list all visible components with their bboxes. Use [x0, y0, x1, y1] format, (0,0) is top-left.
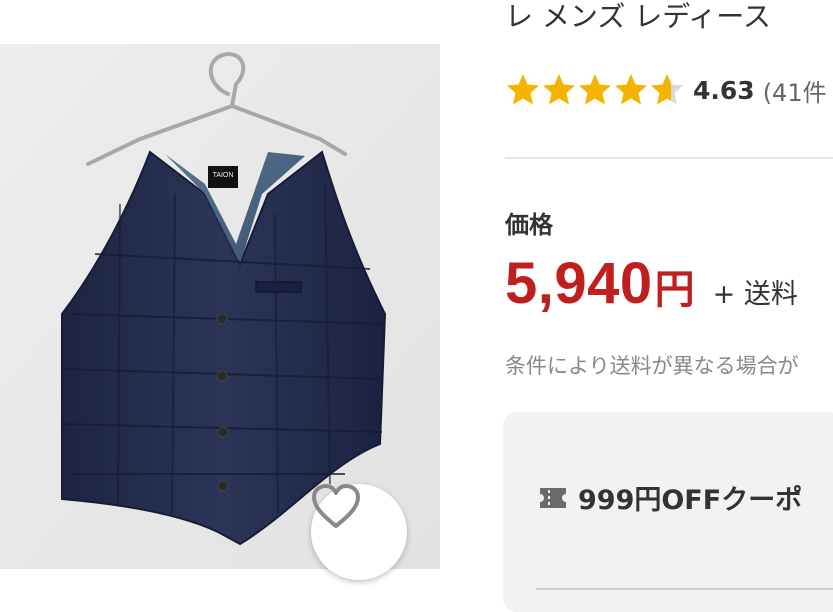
section-divider	[505, 157, 833, 159]
star-icon	[615, 74, 647, 105]
price-label: 価格	[505, 211, 553, 239]
favorite-button[interactable]	[311, 484, 407, 580]
star-icon	[579, 74, 611, 105]
review-count[interactable]: (41件	[763, 73, 827, 108]
coupon-link[interactable]: 999円OFFクーポ	[538, 478, 802, 517]
star-icon	[543, 74, 575, 105]
rating-value: 4.63	[693, 75, 755, 105]
svg-text:TAION: TAION	[213, 172, 234, 179]
price-currency: 円	[654, 267, 695, 313]
star-rating	[505, 72, 685, 108]
heart-icon	[312, 484, 360, 528]
coupon-text[interactable]: 999円OFFクーポ	[578, 478, 802, 517]
shipping-fee-text[interactable]: + 送料	[713, 272, 798, 311]
price-row: 5,940 円 + 送料	[505, 250, 798, 317]
product-image[interactable]: TAION	[0, 44, 440, 580]
coupon-ticket-icon	[540, 487, 566, 508]
shipping-note: 条件により送料が異なる場合が	[505, 354, 799, 378]
star-icon	[507, 74, 539, 105]
price-amount: 5,940	[505, 251, 653, 316]
coupon-divider	[536, 588, 833, 590]
product-title: レ メンズ レディース	[505, 0, 771, 33]
rating-row[interactable]: 4.63 (41件	[505, 70, 827, 110]
